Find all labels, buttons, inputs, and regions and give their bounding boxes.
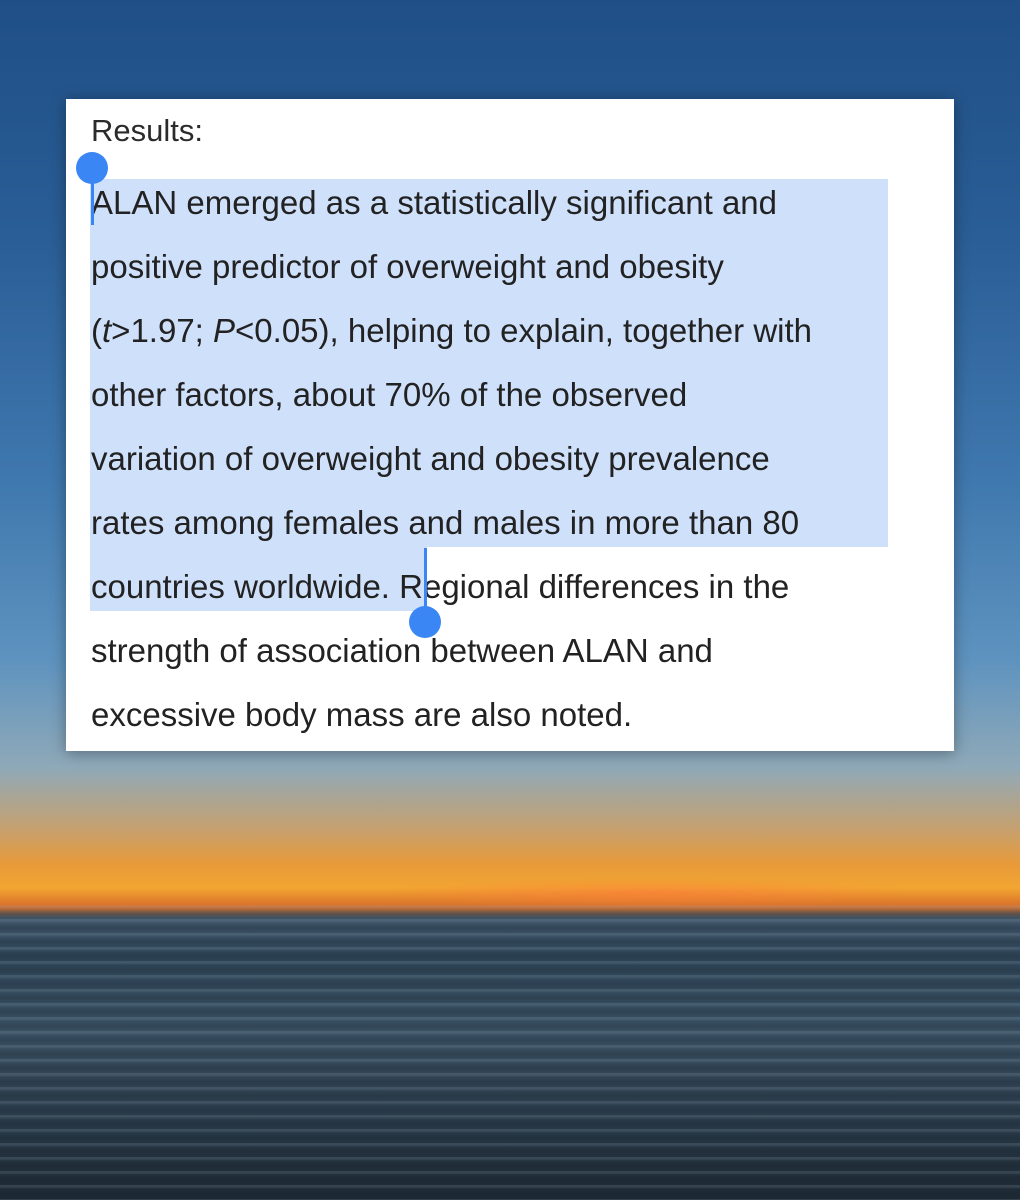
paren-open: (	[91, 312, 102, 349]
selection-start-handle[interactable]	[76, 152, 108, 184]
text-line-5[interactable]: variation of overweight and obesity prev…	[91, 439, 770, 479]
text-line-9[interactable]: excessive body mass are also noted.	[91, 695, 632, 735]
text-line-4[interactable]: other factors, about 70% of the observed	[91, 375, 687, 415]
p-value-symbol: P	[213, 312, 236, 349]
ocean-waves	[0, 905, 1020, 1200]
selection-end-caret	[424, 548, 427, 608]
text-line-2[interactable]: positive predictor of overweight and obe…	[91, 247, 724, 287]
text-line-8[interactable]: strength of association between ALAN and	[91, 631, 713, 671]
selection-highlight	[90, 179, 888, 547]
p-value-rest: <0.05), helping to explain, together wit…	[235, 312, 812, 349]
t-statistic-symbol: t	[102, 312, 112, 349]
text-line-1[interactable]: ALAN emerged as a statistically signific…	[91, 183, 777, 223]
t-value: >1.97;	[111, 312, 214, 349]
text-card[interactable]: Results: ALAN emerged as a statistically…	[66, 99, 954, 751]
selection-start-caret	[91, 177, 94, 225]
text-line-6[interactable]: rates among females and males in more th…	[91, 503, 799, 543]
results-heading: Results:	[91, 113, 203, 148]
text-line-7[interactable]: countries worldwide. Regional difference…	[91, 567, 789, 607]
selection-end-handle[interactable]	[409, 606, 441, 638]
sunset-glow	[380, 878, 920, 908]
text-line-3[interactable]: (t>1.97; P<0.05), helping to explain, to…	[91, 311, 812, 351]
